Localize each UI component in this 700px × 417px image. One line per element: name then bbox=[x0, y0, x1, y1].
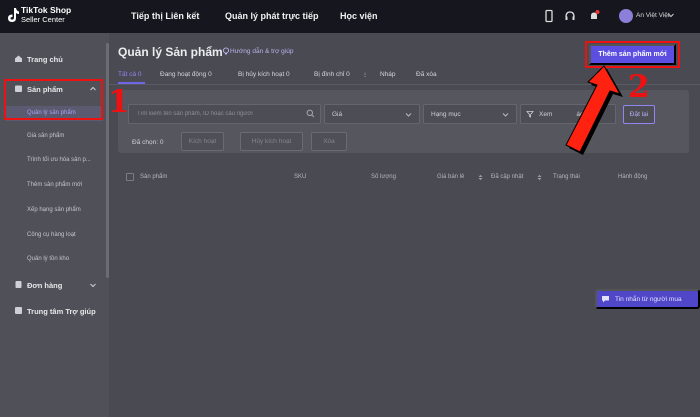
sidebar-item-product-price[interactable]: Giá sản phẩm bbox=[27, 133, 64, 139]
chevron-down-icon bbox=[405, 113, 412, 117]
help-guide-link[interactable]: Hướng dẫn & trợ giúp bbox=[230, 48, 293, 55]
home-icon bbox=[15, 55, 22, 62]
column-status: Trạng thái bbox=[553, 174, 580, 180]
column-sku: SKU bbox=[294, 174, 307, 180]
tab-overflow[interactable]: ⁝ bbox=[364, 71, 366, 79]
tab-all[interactable]: Tất cả 0 bbox=[118, 71, 141, 78]
avatar[interactable] bbox=[619, 9, 633, 23]
logo-title: TikTok Shop bbox=[21, 5, 72, 15]
headset-icon[interactable] bbox=[563, 9, 577, 23]
sort-icon[interactable] bbox=[537, 174, 542, 181]
chat-icon bbox=[602, 296, 609, 303]
sidebar-item-product-optimizer[interactable]: Trình tối ưu hóa sản p... bbox=[27, 157, 91, 163]
nav-academy[interactable]: Học viện bbox=[340, 11, 378, 21]
sort-icon[interactable] bbox=[478, 174, 483, 181]
sidebar-item-home[interactable]: Trang chủ bbox=[27, 55, 63, 64]
column-quantity: Số lượng bbox=[371, 174, 396, 180]
help-center-icon bbox=[15, 307, 22, 314]
nav-affiliate-marketing[interactable]: Tiếp thị Liên kết bbox=[131, 11, 199, 21]
page-title: Quản lý Sản phẩm bbox=[118, 45, 223, 59]
filter-icon bbox=[526, 111, 534, 118]
bell-icon[interactable] bbox=[587, 9, 601, 23]
tab-deleted[interactable]: Đã xóa bbox=[416, 71, 437, 78]
sidebar-item-inventory[interactable]: Quản lý tồn kho bbox=[27, 256, 69, 262]
orders-icon bbox=[15, 281, 22, 288]
tab-suspended[interactable]: Bị đình chỉ 0 bbox=[314, 71, 350, 78]
column-product: Sản phẩm bbox=[140, 174, 168, 180]
select-all-checkbox[interactable] bbox=[126, 173, 134, 181]
chevron-down-icon[interactable] bbox=[667, 11, 675, 19]
sidebar-item-bulk-tools[interactable]: Công cụ hàng loạt bbox=[27, 232, 76, 238]
sidebar-item-help-center[interactable]: Trung tâm Trợ giúp bbox=[27, 307, 96, 316]
sidebar-item-product-ranking[interactable]: Xếp hạng sản phẩm bbox=[27, 207, 81, 213]
user-name[interactable]: An Việt Việt bbox=[636, 12, 670, 19]
activate-button[interactable]: Kích hoạt bbox=[181, 132, 224, 151]
logo-subtitle: Seller Center bbox=[21, 15, 65, 24]
column-updated[interactable]: Đã cập nhật bbox=[491, 174, 523, 180]
selected-count: Đã chọn: 0 bbox=[132, 139, 164, 146]
red-arrow-icon bbox=[565, 65, 623, 155]
highlight-box-products-menu bbox=[4, 79, 103, 120]
buyer-messages-button[interactable]: Tin nhắn từ người mua bbox=[595, 289, 700, 309]
mobile-icon[interactable] bbox=[542, 9, 556, 23]
step-number-1: 1 bbox=[108, 84, 130, 120]
delete-button[interactable]: Xóa bbox=[311, 132, 347, 151]
lightbulb-icon bbox=[222, 47, 230, 55]
column-retail-price[interactable]: Giá bán lẻ bbox=[437, 174, 464, 180]
chevron-down-icon[interactable] bbox=[89, 281, 97, 289]
tiktok-shop-logo[interactable]: TikTok Shop Seller Center bbox=[6, 5, 88, 29]
tab-deactivated[interactable]: Bị hủy kích hoạt 0 bbox=[238, 71, 290, 78]
search-input[interactable] bbox=[128, 104, 321, 124]
tiktok-logo-icon bbox=[8, 8, 19, 22]
tab-drafts[interactable]: Nháp bbox=[380, 71, 396, 78]
sidebar-item-orders[interactable]: Đơn hàng bbox=[27, 281, 62, 290]
column-actions: Hành động bbox=[618, 174, 648, 180]
search-icon[interactable] bbox=[306, 109, 315, 118]
tab-active[interactable]: Đang hoạt động 0 bbox=[160, 71, 212, 78]
deactivate-button[interactable]: Hủy kích hoạt bbox=[240, 132, 303, 151]
sidebar-item-add-product[interactable]: Thêm sản phẩm mới bbox=[27, 182, 82, 188]
nav-live-management[interactable]: Quản lý phát trực tiếp bbox=[225, 11, 319, 21]
chevron-down-icon bbox=[502, 113, 509, 117]
top-navigation-bar: TikTok Shop Seller Center Tiếp thị Liên … bbox=[0, 0, 700, 33]
